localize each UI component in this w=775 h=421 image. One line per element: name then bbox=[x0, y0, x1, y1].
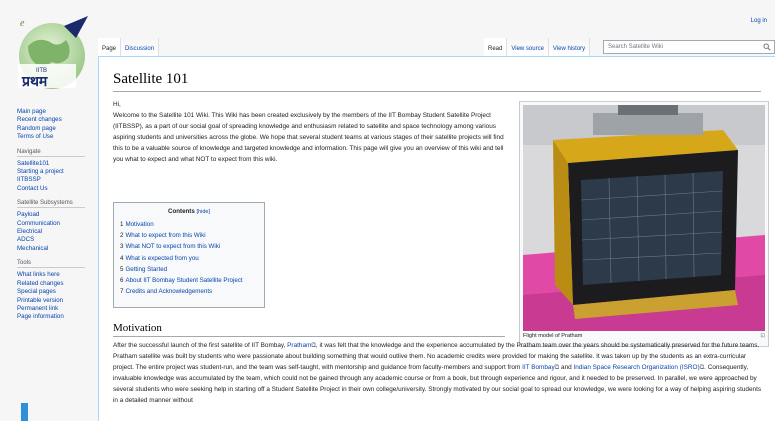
sidebar-item-printable-version[interactable]: Printable version bbox=[17, 297, 63, 304]
sidebar-heading-navigate: Navigate bbox=[17, 149, 85, 157]
sidebar-heading-subsystems: Satellite Subsystems bbox=[17, 200, 85, 209]
enlarge-icon[interactable]: ⊡ bbox=[760, 333, 765, 339]
content-area: Satellite 101 Hi, Welcome to the Satelli… bbox=[98, 56, 775, 421]
toc-item[interactable]: 3 What NOT to expect from this Wiki bbox=[120, 241, 258, 252]
thumbnail-caption-text: Flight model of Pratham bbox=[523, 333, 583, 339]
search-icon[interactable] bbox=[763, 43, 771, 51]
tab-view-history-label: View history bbox=[552, 46, 586, 52]
intro-paragraph: Welcome to the Satellite 101 Wiki. This … bbox=[113, 112, 504, 163]
motivation-text-1: After the successful launch of the first… bbox=[113, 342, 286, 349]
svg-text:e: e bbox=[20, 18, 25, 29]
svg-text:प्रथम: प्रथम bbox=[21, 74, 48, 90]
sidebar-item-related-changes[interactable]: Related changes bbox=[17, 280, 63, 287]
sidebar-item-payload[interactable]: Payload bbox=[17, 211, 39, 218]
search-input[interactable]: Search Satellite Wiki bbox=[603, 40, 775, 54]
sidebar-navigate-portal: Navigate Satellite101 Starting a project… bbox=[17, 149, 100, 194]
external-link-icon: ⧉ bbox=[554, 364, 560, 371]
toc-item[interactable]: 2 What to expect from this Wiki bbox=[120, 230, 258, 241]
isro-link[interactable]: Indian Space Research Organization (ISRO… bbox=[573, 364, 699, 371]
sidebar-item-what-links-here[interactable]: What links here bbox=[17, 271, 60, 278]
toc-item[interactable]: 4 What is expected from you bbox=[120, 253, 258, 264]
toc-link-expected-from-you[interactable]: What is expected from you bbox=[125, 255, 198, 262]
tab-view-source[interactable]: View source bbox=[507, 38, 549, 56]
tab-read[interactable]: Read bbox=[484, 38, 508, 56]
sidebar-tools-portal: Tools What links here Related changes Sp… bbox=[17, 260, 100, 321]
toc-item[interactable]: 7 Credits and Acknowledgements bbox=[120, 286, 258, 297]
thumbnail-caption: Flight model of Pratham ⊡ bbox=[523, 333, 765, 339]
toc-item[interactable]: 5 Getting Started bbox=[120, 264, 258, 275]
motivation-text-and: and bbox=[561, 364, 572, 371]
tab-read-label: Read bbox=[488, 46, 503, 52]
globe-logo-icon: e IITB प्रथम bbox=[18, 16, 88, 90]
satellite-image[interactable] bbox=[523, 105, 765, 331]
table-of-contents: Contents [hide] 1 Motivation 2 What to exp… bbox=[113, 202, 265, 308]
sidebar-heading-tools: Tools bbox=[17, 260, 85, 269]
tab-discussion[interactable]: Discussion bbox=[121, 38, 160, 56]
tab-view-source-label: View source bbox=[511, 46, 544, 52]
tab-discussion-label: Discussion bbox=[125, 46, 155, 52]
sidebar-main-portal: Main page Recent changes Random page Ter… bbox=[17, 108, 100, 142]
sidebar-item-electrical[interactable]: Electrical bbox=[17, 228, 42, 235]
toc-link-credits[interactable]: Credits and Acknowledgements bbox=[125, 288, 212, 295]
toc-item[interactable]: 1 Motivation bbox=[120, 219, 258, 230]
sidebar-item-special-pages[interactable]: Special pages bbox=[17, 288, 56, 295]
sidebar-accent-bar bbox=[21, 403, 28, 421]
sidebar-item-page-information[interactable]: Page information bbox=[17, 313, 64, 320]
tab-view-history[interactable]: View history bbox=[548, 38, 591, 56]
toc-title: Contents [hide] bbox=[120, 208, 258, 215]
pratham-link[interactable]: Pratham bbox=[287, 342, 311, 349]
toc-link-getting-started[interactable]: Getting Started bbox=[125, 266, 167, 273]
sidebar-item-starting-a-project[interactable]: Starting a project bbox=[17, 168, 64, 175]
sidebar: Main page Recent changes Random page Ter… bbox=[0, 108, 100, 329]
tab-page-label: Page bbox=[102, 46, 117, 52]
sidebar-item-satellite101[interactable]: Satellite101 bbox=[17, 160, 49, 167]
view-tabs: Read View source View history bbox=[484, 38, 591, 56]
sidebar-item-adcs[interactable]: ADCS bbox=[17, 236, 34, 243]
page-title: Satellite 101 bbox=[113, 71, 761, 92]
tab-page[interactable]: Page bbox=[98, 38, 122, 56]
namespace-tabs: Page Discussion bbox=[98, 38, 160, 56]
search-placeholder: Search Satellite Wiki bbox=[608, 44, 664, 50]
toc-hide-toggle[interactable]: [hide] bbox=[197, 209, 210, 215]
intro-text: Hi, Welcome to the Satellite 101 Wiki. T… bbox=[113, 99, 513, 165]
toc-link-motivation[interactable]: Motivation bbox=[125, 221, 153, 228]
sidebar-item-permanent-link[interactable]: Permanent link bbox=[17, 305, 58, 312]
toc-title-text: Contents bbox=[167, 208, 195, 215]
personal-tools: Log in bbox=[751, 18, 767, 24]
sidebar-item-random-page[interactable]: Random page bbox=[17, 125, 56, 132]
toc-link-about-iitbssp[interactable]: About IIT Bombay Student Satellite Proje… bbox=[125, 277, 242, 284]
sidebar-item-terms-of-use[interactable]: Terms of Use bbox=[17, 133, 53, 140]
thumbnail-frame: Flight model of Pratham ⊡ bbox=[519, 101, 769, 347]
sidebar-item-mechanical[interactable]: Mechanical bbox=[17, 245, 48, 252]
section-heading-motivation: Motivation bbox=[113, 322, 505, 337]
sidebar-item-main-page[interactable]: Main page bbox=[17, 108, 46, 115]
motivation-paragraph: After the successful launch of the first… bbox=[113, 340, 763, 406]
sidebar-item-iitbssp[interactable]: IITBSSP bbox=[17, 176, 41, 183]
sidebar-item-communication[interactable]: Communication bbox=[17, 220, 60, 227]
site-logo[interactable]: e IITB प्रथम bbox=[6, 8, 98, 100]
toc-link-what-not-to-expect[interactable]: What NOT to expect from this Wiki bbox=[125, 243, 220, 250]
toc-item[interactable]: 6 About IIT Bombay Student Satellite Proj… bbox=[120, 275, 258, 286]
toc-link-what-to-expect[interactable]: What to expect from this Wiki bbox=[125, 232, 205, 239]
greeting-text: Hi, bbox=[113, 101, 121, 108]
sidebar-item-recent-changes[interactable]: Recent changes bbox=[17, 116, 62, 123]
login-link[interactable]: Log in bbox=[751, 18, 767, 24]
sidebar-item-contact-us[interactable]: Contact Us bbox=[17, 185, 48, 192]
sidebar-subsystems-portal: Satellite Subsystems Payload Communicati… bbox=[17, 200, 100, 253]
iit-bombay-link[interactable]: IIT Bombay bbox=[522, 364, 555, 371]
